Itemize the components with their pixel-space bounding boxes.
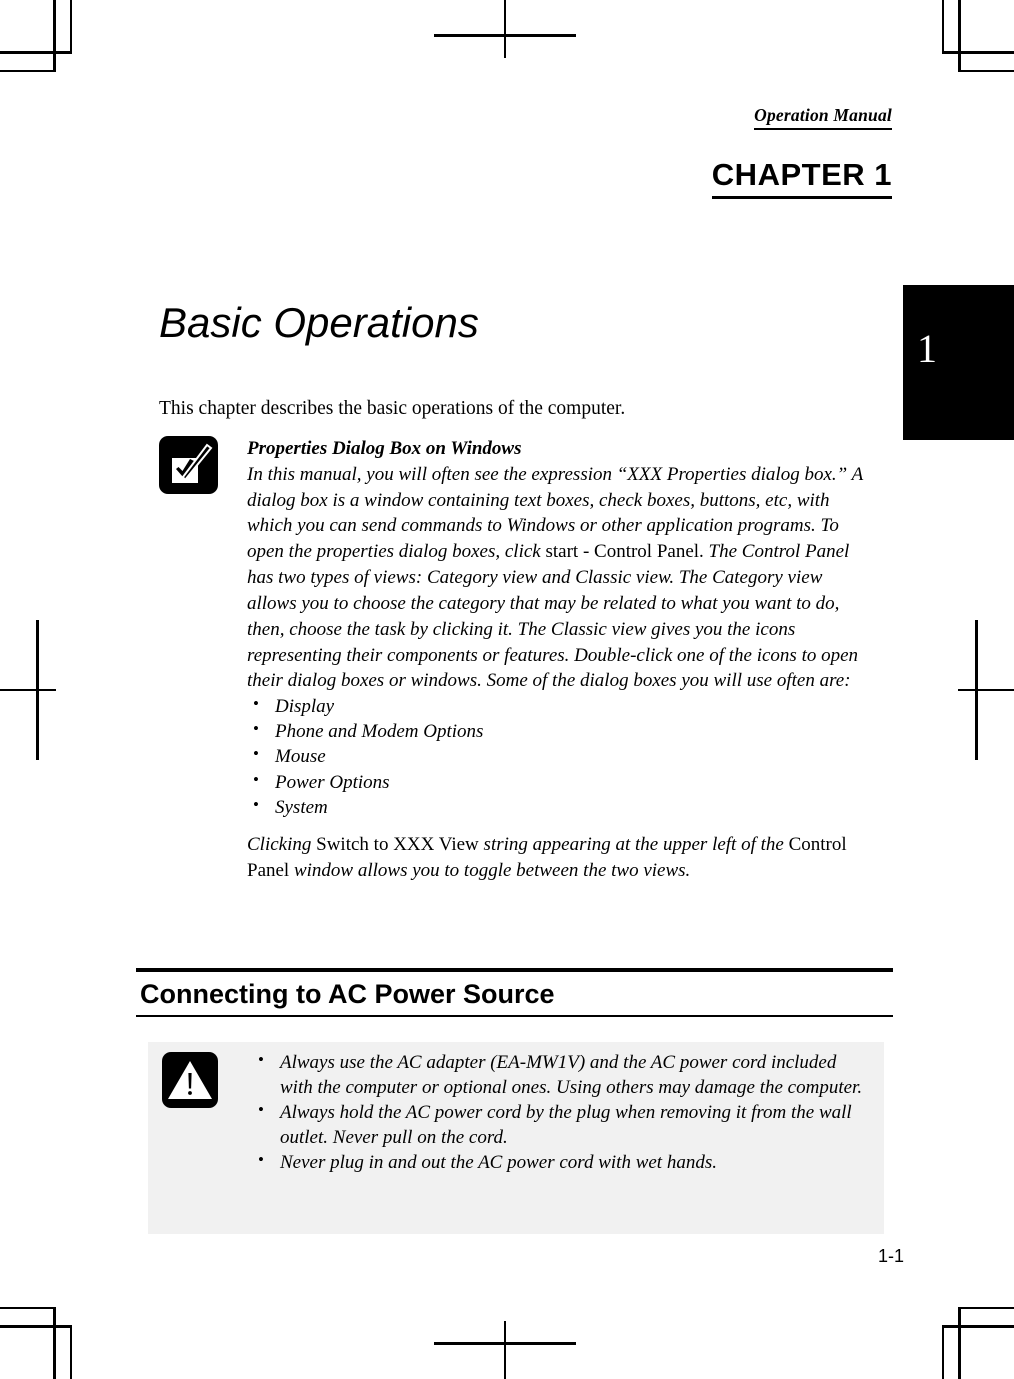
list-item: Always hold the AC power cord by the plu… bbox=[252, 1099, 870, 1150]
running-head: Operation Manual bbox=[754, 105, 892, 130]
section-rule-bottom bbox=[136, 1015, 893, 1018]
note-closing-paragraph: Clicking Switch to XXX View string appea… bbox=[247, 832, 873, 884]
list-item-label: Phone and Modem Options bbox=[275, 721, 484, 743]
note-paragraph-part2: The Control Panel has two types of views… bbox=[247, 541, 859, 692]
list-item-label: System bbox=[275, 796, 328, 818]
note-closing-italic3: window allows you to toggle between the … bbox=[289, 859, 691, 881]
list-item-label: Never plug in and out the AC power cord … bbox=[280, 1152, 717, 1174]
list-item: Never plug in and out the AC power cord … bbox=[252, 1149, 870, 1175]
note-closing-italic1: Clicking bbox=[247, 833, 317, 855]
warning-triangle-icon bbox=[162, 1052, 218, 1108]
list-item-label: Always hold the AC power cord by the plu… bbox=[280, 1102, 852, 1149]
checkmark-note-icon bbox=[159, 436, 218, 494]
list-item-label: Always use the AC adapter (EA-MW1V) and … bbox=[280, 1052, 863, 1099]
list-item: Power Options bbox=[247, 769, 873, 795]
list-item-label: Power Options bbox=[275, 771, 390, 793]
intro-paragraph: This chapter describes the basic operati… bbox=[159, 398, 626, 419]
document-page: Operation Manual CHAPTER 1 1 Basic Opera… bbox=[0, 0, 1014, 1379]
note-paragraph: In this manual, you will often see the e… bbox=[247, 462, 873, 694]
list-item: Display bbox=[247, 693, 873, 719]
note-heading: Properties Dialog Box on Windows bbox=[247, 438, 522, 459]
list-item: System bbox=[247, 794, 873, 820]
list-item: Phone and Modem Options bbox=[247, 718, 873, 744]
page-title: Basic Operations bbox=[159, 299, 479, 346]
list-item: Mouse bbox=[247, 743, 873, 769]
page-number: 1-1 bbox=[877, 1246, 904, 1266]
warning-body: Always use the AC adapter (EA-MW1V) and … bbox=[252, 1042, 884, 1185]
note-paragraph-roman-start-control-panel: start - Control Panel. bbox=[545, 541, 704, 563]
note-dialog-box-list: Display Phone and Modem Options Mouse Po… bbox=[247, 693, 873, 820]
note-closing-roman-switch-to-view: Switch to XXX View bbox=[316, 833, 479, 855]
list-item: Always use the AC adapter (EA-MW1V) and … bbox=[252, 1049, 870, 1100]
section-heading: Connecting to AC Power Source bbox=[140, 979, 555, 1009]
chapter-thumb-tab: 1 bbox=[903, 285, 1014, 440]
warning-list: Always use the AC adapter (EA-MW1V) and … bbox=[252, 1049, 870, 1175]
chapter-label: CHAPTER 1 bbox=[711, 157, 892, 199]
section-heading-block: Connecting to AC Power Source bbox=[136, 968, 893, 1018]
note-closing-italic2: string appearing at the upper left of th… bbox=[478, 833, 789, 855]
list-item-label: Display bbox=[275, 696, 335, 718]
list-item-label: Mouse bbox=[275, 746, 326, 768]
chapter-tab-number: 1 bbox=[917, 326, 937, 371]
note-body: Properties Dialog Box on Windows In this… bbox=[247, 436, 873, 883]
note-block: Properties Dialog Box on Windows In this… bbox=[159, 436, 889, 883]
warning-block: Always use the AC adapter (EA-MW1V) and … bbox=[148, 1042, 884, 1234]
